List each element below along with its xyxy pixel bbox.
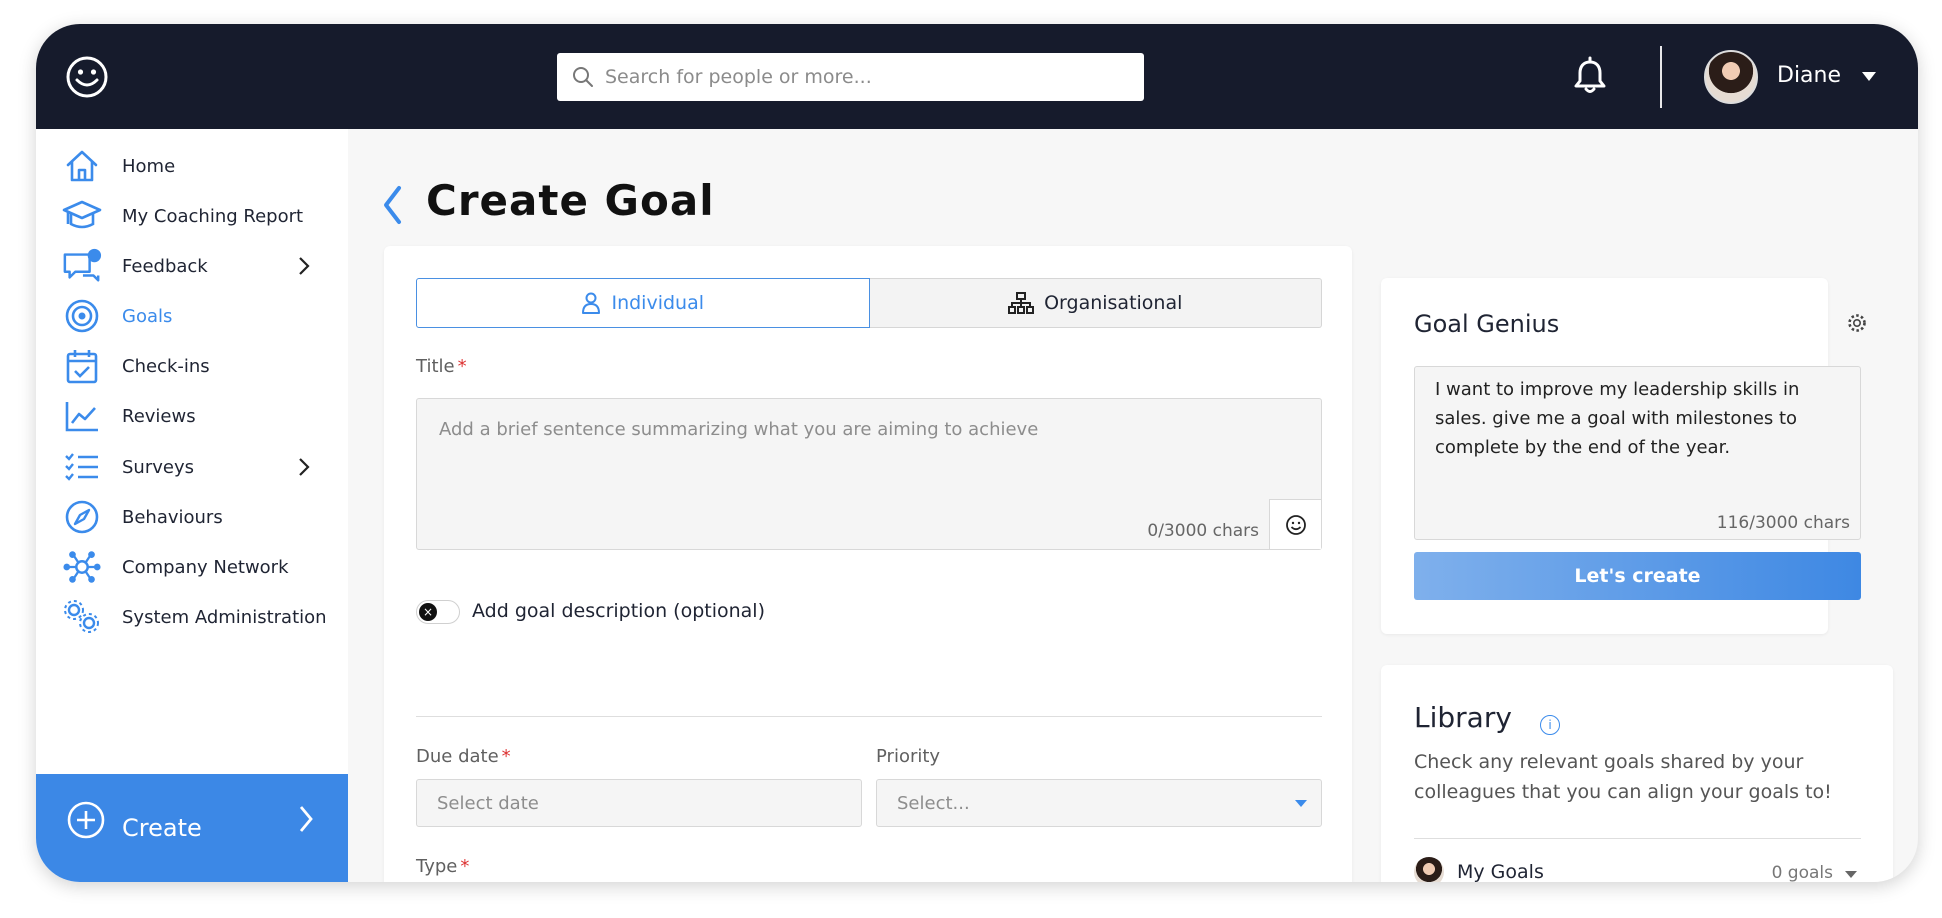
chevron-right-icon [299, 458, 310, 476]
plus-circle-icon [67, 801, 105, 839]
type-label-text: Type [416, 856, 458, 877]
due-date-label: Due date * [416, 746, 511, 767]
sidebar-item-label: Surveys [122, 456, 194, 478]
description-toggle-switch[interactable]: × [416, 600, 460, 624]
gears-icon [62, 597, 102, 637]
goal-genius-prompt-text: I want to improve my leadership skills i… [1435, 379, 1800, 458]
goal-type-toggle: Individual Organisational [416, 278, 1322, 328]
title-textarea[interactable]: Add a brief sentence summarizing what yo… [416, 398, 1322, 550]
create-label: Create [122, 814, 202, 842]
user-avatar[interactable] [1704, 50, 1758, 104]
library-description: Check any relevant goals shared by your … [1414, 751, 1832, 803]
sidebar-item-home[interactable]: Home [36, 141, 348, 191]
info-icon[interactable]: i [1540, 715, 1560, 735]
sidebar-item-surveys[interactable]: Surveys [36, 442, 348, 492]
my-goals-label: My Goals [1457, 861, 1544, 882]
library-title: Library [1414, 701, 1512, 734]
due-date-input[interactable]: Select date [416, 779, 862, 827]
priority-label: Priority [876, 746, 941, 767]
description-toggle-label: Add goal description (optional) [472, 600, 765, 622]
home-icon [62, 146, 102, 186]
goal-genius-prompt[interactable]: I want to improve my leadership skills i… [1414, 366, 1861, 540]
smiley-icon [1285, 514, 1306, 535]
chevron-down-icon [1845, 871, 1857, 878]
title-field-label: Title * [416, 356, 467, 377]
sidebar-item-goals[interactable]: Goals [36, 291, 348, 341]
tab-organisational[interactable]: Organisational [869, 278, 1322, 328]
close-icon: × [419, 603, 437, 621]
chevron-down-icon [1295, 800, 1307, 807]
avatar [1414, 857, 1444, 882]
type-label: Type * [416, 856, 469, 877]
required-asterisk: * [457, 356, 467, 377]
tab-label: Organisational [1044, 292, 1183, 314]
required-asterisk: * [460, 856, 470, 877]
due-date-placeholder: Select date [437, 792, 539, 814]
sidebar-item-label: Behaviours [122, 506, 223, 528]
sidebar: Home My Coaching Report Feedback Goals C… [36, 129, 348, 882]
sidebar-item-coaching-report[interactable]: My Coaching Report [36, 191, 348, 241]
checklist-icon [62, 447, 102, 487]
header-divider [1660, 46, 1662, 108]
chevron-down-icon[interactable] [1862, 72, 1876, 81]
calendar-check-icon [62, 346, 102, 386]
goal-genius-title: Goal Genius [1414, 310, 1560, 338]
sidebar-item-feedback[interactable]: Feedback [36, 241, 348, 291]
library-card: Library i Check any relevant goals share… [1381, 665, 1893, 882]
tab-label: Individual [611, 292, 705, 314]
emoji-button[interactable] [1269, 499, 1321, 549]
tab-individual[interactable]: Individual [416, 278, 870, 328]
top-bar: Diane [36, 24, 1918, 129]
sidebar-item-behaviours[interactable]: Behaviours [36, 492, 348, 542]
sidebar-item-label: Company Network [122, 556, 289, 578]
chevron-right-icon [299, 257, 310, 275]
sidebar-item-system-administration[interactable]: System Administration [36, 592, 348, 642]
required-asterisk: * [501, 746, 511, 767]
goal-genius-card: Goal Genius I want to improve my leaders… [1381, 278, 1866, 634]
target-icon [62, 296, 102, 336]
sidebar-item-reviews[interactable]: Reviews [36, 391, 348, 441]
back-arrow-icon[interactable] [381, 184, 403, 226]
app-window: Diane Home My Coaching Report Feedback [36, 24, 1918, 882]
my-goals-row[interactable]: My Goals 0 goals [1414, 857, 1861, 882]
goal-form-card: Individual Organisational Title * Add a b… [384, 246, 1352, 882]
bell-icon[interactable] [1569, 56, 1611, 98]
org-chart-icon [1008, 292, 1035, 314]
chevron-right-icon [299, 806, 313, 832]
sidebar-item-label: My Coaching Report [122, 205, 304, 227]
search-bar[interactable] [557, 53, 1144, 101]
person-icon [582, 292, 601, 314]
sidebar-item-company-network[interactable]: Company Network [36, 542, 348, 592]
graduation-cap-icon [62, 196, 102, 236]
line-chart-icon [62, 396, 102, 436]
sidebar-item-label: Reviews [122, 405, 196, 427]
lets-create-button[interactable]: Let's create [1414, 552, 1861, 600]
sidebar-item-label: Check-ins [122, 355, 210, 377]
title-char-counter: 0/3000 chars [1147, 521, 1259, 541]
sidebar-item-label: Feedback [122, 255, 208, 277]
create-button[interactable]: Create [36, 774, 348, 882]
compass-icon [62, 497, 102, 537]
user-name[interactable]: Diane [1777, 63, 1841, 88]
search-icon [573, 67, 593, 87]
divider [1414, 838, 1861, 839]
priority-select[interactable]: Select... [876, 779, 1322, 827]
network-icon [62, 547, 102, 587]
sidebar-item-label: System Administration [122, 606, 327, 628]
sidebar-item-label: Home [122, 155, 176, 177]
gear-icon[interactable] [1846, 312, 1868, 334]
search-input[interactable] [605, 66, 1125, 88]
page-title: Create Goal [426, 176, 715, 225]
priority-placeholder: Select... [897, 792, 970, 814]
chat-icon [62, 246, 102, 286]
due-date-label-text: Due date [416, 746, 499, 767]
sidebar-item-label: Goals [122, 305, 173, 327]
title-placeholder: Add a brief sentence summarizing what yo… [439, 419, 1039, 440]
my-goals-count: 0 goals [1771, 863, 1833, 882]
smiley-logo-icon[interactable] [64, 54, 110, 100]
goal-genius-char-counter: 116/3000 chars [1716, 513, 1850, 533]
sidebar-item-check-ins[interactable]: Check-ins [36, 341, 348, 391]
title-label-text: Title [416, 356, 455, 377]
divider [416, 716, 1322, 717]
